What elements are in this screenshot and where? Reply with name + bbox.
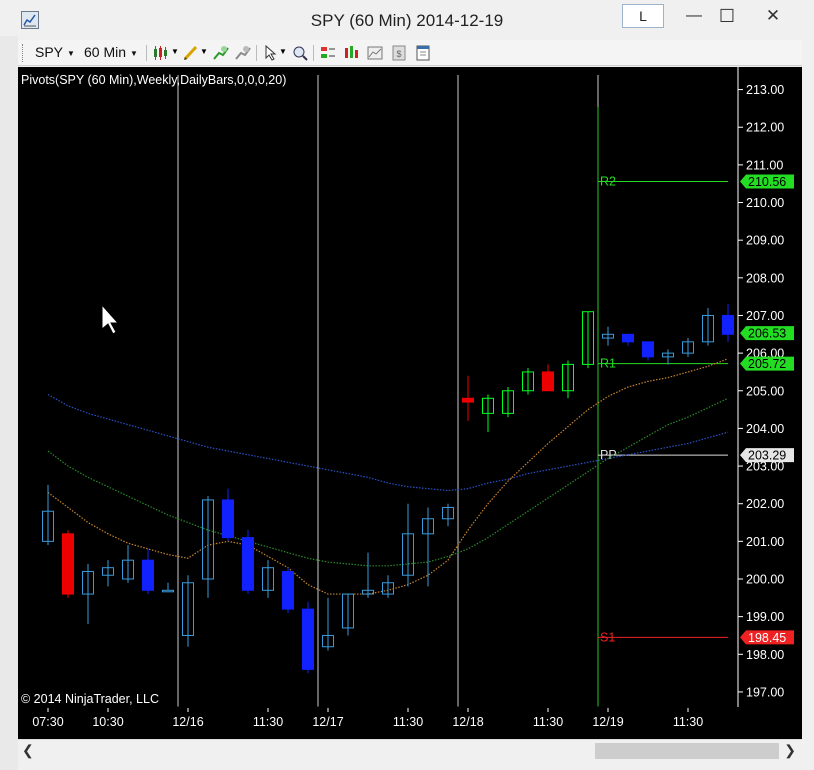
window-left-edge [0, 36, 18, 770]
price-tick-label: 211.00 [746, 158, 783, 172]
moving-average-line [47, 397, 729, 567]
instrument-label: SPY [35, 44, 64, 60]
candle-body [62, 533, 74, 595]
price-tick-label: 209.00 [746, 234, 784, 248]
price-tick-label: 204.00 [746, 422, 784, 436]
toolbar-divider [146, 45, 147, 61]
candle-body [162, 589, 174, 593]
price-tick-label: 197.00 [746, 685, 784, 699]
time-tick-label: 10:30 [92, 715, 123, 729]
toolbar-divider [256, 45, 257, 61]
pivot-lines: R2R1PPS1 [597, 107, 728, 707]
close-button[interactable]: ✕ [758, 4, 788, 28]
chevron-down-icon[interactable]: ▼ [200, 47, 208, 56]
toolbar-divider [313, 45, 314, 61]
pointer-cursor-icon[interactable] [262, 44, 280, 62]
add-indicator-icon[interactable] [212, 44, 230, 62]
data-box-icon[interactable] [366, 44, 384, 62]
strategies-icon[interactable] [319, 44, 337, 62]
minimize-button[interactable]: — [679, 4, 709, 28]
price-tick-label: 198.00 [746, 648, 784, 662]
price-tick-label: 208.00 [746, 271, 784, 285]
time-tick-label: 12/17 [312, 715, 343, 729]
chevron-down-icon[interactable]: ▼ [279, 47, 287, 56]
zoom-icon[interactable] [291, 44, 309, 62]
price-tick-label: 213.00 [746, 83, 784, 97]
chart-window: SPY (60 Min) 2014-12-19 L — ☐ ✕ SPY ▼ 60 … [0, 0, 814, 770]
price-axis: 213.00 212.00 211.00 210.00 209.00 208.00 207.… [737, 67, 794, 707]
pivot-price-label: 203.29 [748, 449, 786, 463]
chevron-down-icon: ▼ [67, 48, 75, 58]
time-tick-label: 11:30 [673, 715, 703, 729]
instrument-selector[interactable]: SPY ▼ [35, 44, 75, 60]
title-bar[interactable]: SPY (60 Min) 2014-12-19 L — ☐ ✕ [0, 0, 814, 36]
time-tick-label: 11:30 [253, 715, 283, 729]
mouse-cursor-icon [101, 303, 120, 335]
candle-body [282, 570, 294, 610]
price-tick-label: 212.00 [746, 121, 784, 135]
candle-body [642, 341, 654, 358]
time-axis: 07:30 10:30 12/16 11:30 12/17 11:30 12/18 11:30… [18, 706, 736, 729]
pivot-price-label: 210.56 [748, 175, 786, 189]
moving-averages [47, 358, 729, 595]
price-tick-label: 200.00 [746, 573, 784, 587]
candle-body [622, 333, 634, 343]
price-tick-label: 210.00 [746, 196, 784, 210]
chevron-down-icon[interactable]: ▼ [171, 47, 179, 56]
drawing-pencil-icon[interactable] [182, 44, 200, 62]
indicator-label: Pivots(SPY (60 Min),Weekly,DailyBars,0,0… [21, 73, 286, 87]
time-tick-label: 07:30 [32, 715, 63, 729]
snapshot-icon[interactable]: $ [390, 44, 408, 62]
moving-average-line [47, 358, 729, 595]
template-icon[interactable] [414, 44, 432, 62]
scroll-left-icon[interactable]: ❮ [22, 742, 34, 759]
interval-label: 60 Min [84, 44, 127, 60]
price-tick-label: 207.00 [746, 309, 784, 323]
pivot-level-name: R1 [600, 357, 616, 371]
candle-body [542, 371, 554, 392]
horizontal-scrollbar[interactable]: ❮ ❯ [18, 739, 802, 763]
candle-body [242, 537, 254, 591]
scrollbar-thumb[interactable] [595, 743, 779, 759]
scroll-right-icon[interactable]: ❯ [784, 742, 796, 759]
chart-toolbar: SPY ▼ 60 Min ▼ ▼ ▼ ▼ $ [18, 40, 802, 66]
moving-average-line [47, 394, 729, 492]
price-chart[interactable]: R2R1PPS1 213.00212.00211.00210.00209.002… [18, 67, 802, 739]
candlesticks [42, 304, 734, 674]
candle-body [462, 397, 474, 403]
link-button[interactable]: L [622, 4, 664, 28]
svg-text:$: $ [396, 49, 401, 59]
time-tick-label: 11:30 [393, 715, 423, 729]
price-tick-label: 201.00 [746, 535, 784, 549]
pivot-price-label: 198.45 [748, 631, 786, 645]
remove-indicator-icon[interactable] [234, 44, 252, 62]
time-tick-label: 12/18 [452, 715, 483, 729]
pivot-level-name: S1 [600, 630, 615, 644]
interval-selector[interactable]: 60 Min ▼ [84, 44, 138, 60]
candle-body [722, 314, 734, 335]
time-tick-label: 11:30 [533, 715, 563, 729]
candle-body [302, 608, 314, 670]
toolbar-grip[interactable] [22, 44, 25, 62]
chart-properties-icon[interactable] [342, 44, 360, 62]
price-tick-label: 202.00 [746, 497, 784, 511]
candle-body [142, 559, 154, 591]
candle-body [222, 499, 234, 539]
price-tick-label: 199.00 [746, 610, 784, 624]
time-tick-label: 12/19 [592, 715, 623, 729]
maximize-button[interactable]: ☐ [712, 4, 742, 28]
session-break-lines [177, 75, 599, 707]
chevron-down-icon: ▼ [130, 48, 138, 58]
time-tick-label: 12/16 [172, 715, 203, 729]
price-tick-label: 205.00 [746, 384, 784, 398]
pivot-level-name: R2 [600, 174, 616, 188]
pivot-price-label: 205.72 [748, 357, 786, 371]
bar-type-icon[interactable] [152, 44, 170, 62]
last-price-label: 206.53 [748, 327, 786, 341]
copyright-text: © 2014 NinjaTrader, LLC [21, 692, 159, 706]
